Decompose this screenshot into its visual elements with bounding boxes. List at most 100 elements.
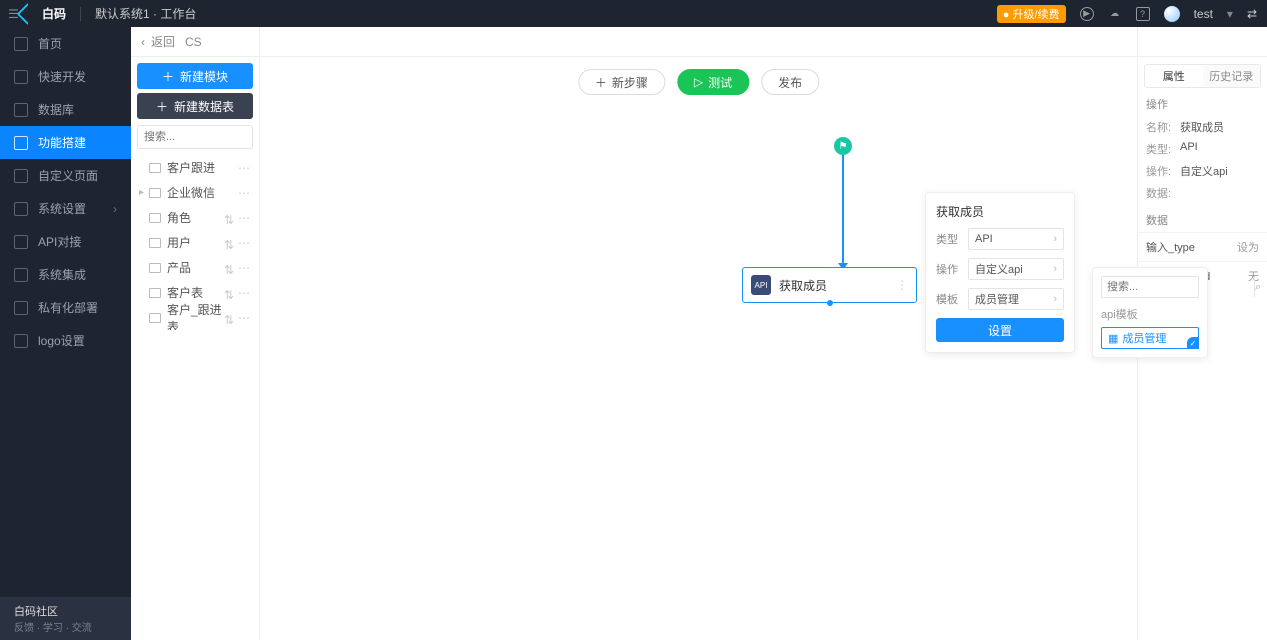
tree-folder[interactable]: ▸企业微信⋯ — [131, 180, 259, 205]
kv-value: 获取成员 — [1180, 119, 1224, 135]
configure-button[interactable]: 设置 — [936, 318, 1064, 342]
data-row[interactable]: 输入_type 设为 — [1138, 232, 1267, 261]
node-more-icon[interactable]: ⋮ — [896, 278, 908, 292]
tab-properties[interactable]: 属性 — [1145, 65, 1203, 87]
plus-icon: ＋ — [162, 68, 174, 85]
tree-label: 客户跟进 — [167, 159, 238, 176]
footer-title: 白码社区 — [14, 603, 117, 619]
footer-subtitle: 反馈 · 学习 · 交流 — [14, 619, 117, 634]
new-module-button[interactable]: ＋ 新建模块 — [137, 63, 253, 89]
sort-icon[interactable]: ⇅ — [224, 213, 234, 223]
play-icon: ▷ — [694, 75, 703, 89]
sort-icon[interactable]: ⇅ — [224, 263, 234, 273]
folder-icon — [149, 188, 161, 198]
publish-button[interactable]: 发布 — [761, 69, 819, 95]
module-tree: 客户跟进⋯ ▸企业微信⋯ 角色⇅⋯ 用户⇅⋯ 产品⇅⋯ 客户表⇅⋯ 客户_跟进表… — [131, 155, 259, 330]
sort-icon[interactable]: ⇅ — [224, 313, 234, 323]
sidebar-item-label: 私有化部署 — [38, 299, 98, 316]
sidebar-item-quickdev[interactable]: 快速开发 — [0, 60, 131, 93]
sidebar-item-label: 功能搭建 — [38, 134, 86, 151]
avatar[interactable] — [1164, 6, 1180, 22]
sidebar-item-label: 快速开发 — [38, 68, 86, 85]
test-button[interactable]: ▷测试 — [677, 69, 749, 95]
sidebar-item-api[interactable]: API对接 — [0, 225, 131, 258]
row-key: 输入_type — [1146, 239, 1195, 255]
sidebar-item-feature-builder[interactable]: 功能搭建 — [0, 126, 131, 159]
api-badge: API — [751, 275, 771, 295]
popup-search-input[interactable] — [1102, 277, 1254, 297]
button-label: 设置 — [988, 322, 1012, 339]
new-step-button[interactable]: ＋ 新步骤 — [578, 69, 665, 95]
table-icon — [149, 238, 161, 248]
search-icon[interactable]: ⌕ — [1254, 277, 1261, 297]
table-icon — [149, 263, 161, 273]
sidebar-item-custom-page[interactable]: 自定义页面 — [0, 159, 131, 192]
connector-line — [842, 155, 844, 265]
chevron-right-icon: › — [1053, 263, 1057, 275]
logo[interactable]: 白码 — [20, 5, 66, 22]
sort-icon[interactable]: ⇅ — [224, 238, 234, 248]
breadcrumb-name: CS — [185, 35, 202, 49]
workspace-title[interactable]: 默认系统1 · 工作台 — [95, 5, 196, 22]
kv-key: 类型: — [1146, 141, 1180, 157]
swap-icon[interactable]: ⇄ — [1247, 7, 1257, 21]
sidebar-item-label: API对接 — [38, 233, 81, 250]
sidebar-item-label: 系统设置 — [38, 200, 86, 217]
node-config-panel: 获取成员 类型API› 操作自定义api› 模板成员管理› 设置 — [925, 192, 1075, 353]
upgrade-badge[interactable]: ● 升级/续费 — [997, 5, 1066, 23]
page-icon — [14, 169, 28, 183]
kv-value: API — [1180, 141, 1198, 157]
tree-label: 企业微信 — [167, 184, 238, 201]
more-icon[interactable]: ⋯ — [238, 186, 251, 200]
start-node[interactable]: ⚑ — [834, 137, 852, 155]
button-label: 新步骤 — [612, 74, 648, 91]
more-icon[interactable]: ⋯ — [238, 236, 251, 250]
help-icon[interactable]: ? — [1136, 7, 1150, 21]
row-value: 设为 — [1237, 239, 1259, 255]
doc-icon: ▦ — [1108, 332, 1118, 345]
integration-icon — [14, 268, 28, 282]
popup-search: ⌕ — [1101, 276, 1199, 298]
plus-icon: ＋ — [595, 74, 607, 91]
sidebar-footer[interactable]: 白码社区 反馈 · 学习 · 交流 — [0, 597, 131, 640]
canvas[interactable]: ＋ 新步骤 ▷测试 发布 ⚑ API 获取成员 ⋮ 获取成员 类型API› 操作自… — [260, 27, 1137, 640]
sidebar-item-system-settings[interactable]: 系统设置› — [0, 192, 131, 225]
back-button[interactable]: 返回 — [141, 33, 175, 50]
tree-leaf[interactable]: 用户⇅⋯ — [131, 230, 259, 255]
sidebar-item-integration[interactable]: 系统集成 — [0, 258, 131, 291]
module-panel: 返回 CS ＋新建模块 ＋新建数据表 ⌕ 客户跟进⋯ ▸企业微信⋯ 角色⇅⋯ 用… — [131, 27, 260, 640]
more-icon[interactable]: ⋯ — [238, 261, 251, 275]
kv-key: 名称: — [1146, 119, 1180, 135]
tree-leaf[interactable]: 产品⇅⋯ — [131, 255, 259, 280]
button-label: 新建模块 — [180, 68, 228, 85]
sidebar-item-logo-settings[interactable]: logo设置 — [0, 324, 131, 357]
sidebar: 首页 快速开发 数据库 功能搭建 自定义页面 系统设置› API对接 系统集成 … — [0, 27, 131, 640]
more-icon[interactable]: ⋯ — [238, 311, 251, 325]
tree-leaf[interactable]: 角色⇅⋯ — [131, 205, 259, 230]
sidebar-item-database[interactable]: 数据库 — [0, 93, 131, 126]
flow-node[interactable]: API 获取成员 ⋮ — [742, 267, 917, 303]
user-chevron-icon[interactable]: ▾ — [1227, 7, 1233, 21]
more-icon[interactable]: ⋯ — [238, 161, 251, 175]
more-icon[interactable]: ⋯ — [238, 286, 251, 300]
type-select[interactable]: API› — [968, 228, 1064, 250]
new-table-button[interactable]: ＋新建数据表 — [137, 93, 253, 119]
database-icon — [14, 103, 28, 117]
play-icon[interactable]: ▶ — [1080, 7, 1094, 21]
tree-folder[interactable]: 客户跟进⋯ — [131, 155, 259, 180]
operation-select[interactable]: 自定义api› — [968, 258, 1064, 280]
kv-key: 数据: — [1146, 185, 1180, 201]
node-label: 获取成员 — [779, 277, 827, 294]
popup-option[interactable]: ▦成员管理 — [1101, 327, 1199, 349]
template-select[interactable]: 成员管理› — [968, 288, 1064, 310]
sidebar-item-private-deploy[interactable]: 私有化部署 — [0, 291, 131, 324]
tab-history[interactable]: 历史记录 — [1203, 65, 1261, 87]
cloud-icon[interactable]: ☁ — [1108, 7, 1122, 21]
sidebar-item-home[interactable]: 首页 — [0, 27, 131, 60]
tree-leaf[interactable]: 客户_跟进表⇅⋯ — [131, 305, 259, 330]
more-icon[interactable]: ⋯ — [238, 211, 251, 225]
canvas-header-spacer — [260, 27, 1137, 57]
sidebar-item-label: 首页 — [38, 35, 62, 52]
sort-icon[interactable]: ⇅ — [224, 288, 234, 298]
username[interactable]: test — [1194, 7, 1213, 21]
